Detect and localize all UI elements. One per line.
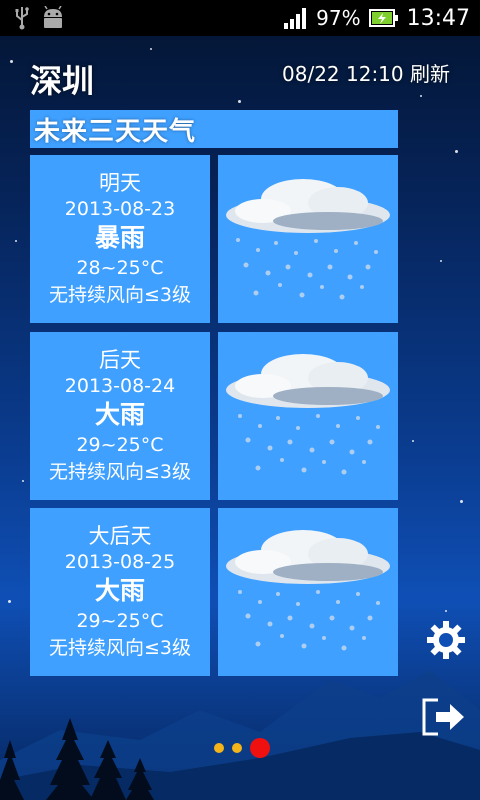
settings-button[interactable] bbox=[424, 618, 468, 666]
star bbox=[150, 48, 152, 50]
cloud bbox=[226, 179, 390, 233]
star bbox=[8, 600, 11, 603]
star bbox=[445, 610, 447, 612]
star bbox=[440, 260, 442, 262]
mountain-scenery bbox=[0, 670, 480, 800]
usb-icon bbox=[14, 6, 30, 30]
rain-cloud-icon bbox=[218, 155, 398, 323]
city-name[interactable]: 深圳 bbox=[30, 56, 94, 102]
refresh-timestamp[interactable]: 08/22 12:10 刷新 bbox=[282, 58, 450, 87]
forecast-temp: 29~25°C bbox=[76, 609, 164, 632]
exit-button[interactable] bbox=[420, 696, 468, 742]
forecast-card-day-1: 明天 2013-08-23 暴雨 28~25°C 无持续风向≤3级 bbox=[30, 155, 210, 323]
cloud bbox=[226, 530, 390, 584]
page-dot-active[interactable] bbox=[250, 738, 270, 758]
page-dot[interactable] bbox=[232, 743, 242, 753]
battery-percent: 97% bbox=[316, 6, 361, 30]
forecast-card-day-2: 后天 2013-08-24 大雨 29~25°C 无持续风向≤3级 bbox=[30, 332, 210, 500]
star bbox=[238, 100, 241, 103]
forecast-day: 大后天 bbox=[88, 524, 152, 549]
android-debug-icon bbox=[40, 6, 66, 30]
star bbox=[460, 500, 463, 503]
page-indicator[interactable] bbox=[214, 738, 270, 758]
settings-icon bbox=[427, 621, 465, 659]
exit-icon bbox=[422, 698, 464, 736]
forecast-wind: 无持续风向≤3级 bbox=[48, 283, 191, 306]
battery-charging-icon bbox=[368, 8, 399, 28]
star bbox=[22, 480, 24, 482]
clock: 13:47 bbox=[406, 5, 470, 31]
forecast-day: 后天 bbox=[99, 348, 141, 373]
forecast-date: 2013-08-25 bbox=[64, 551, 176, 574]
signal-icon bbox=[284, 7, 308, 29]
cloud bbox=[226, 354, 390, 408]
rain-drops bbox=[238, 414, 380, 475]
star bbox=[412, 440, 414, 442]
forecast-date: 2013-08-24 bbox=[64, 375, 176, 398]
forecast-weather: 大雨 bbox=[94, 576, 145, 606]
forecast-day: 明天 bbox=[99, 171, 141, 196]
star bbox=[420, 95, 422, 97]
forecast-wind: 无持续风向≤3级 bbox=[48, 460, 191, 483]
star bbox=[10, 60, 13, 63]
forecast-weather: 暴雨 bbox=[94, 223, 145, 253]
rain-drops bbox=[236, 238, 378, 300]
status-bar: 97% 13:47 bbox=[0, 0, 480, 36]
section-title: 未来三天天气 bbox=[30, 110, 398, 148]
forecast-temp: 28~25°C bbox=[76, 256, 164, 279]
forecast-weather: 大雨 bbox=[94, 400, 145, 430]
rain-cloud-icon bbox=[218, 332, 398, 500]
page-dot[interactable] bbox=[214, 743, 224, 753]
star bbox=[455, 150, 458, 153]
forecast-date: 2013-08-23 bbox=[64, 198, 176, 221]
forecast-temp: 29~25°C bbox=[76, 433, 164, 456]
star bbox=[15, 240, 17, 242]
